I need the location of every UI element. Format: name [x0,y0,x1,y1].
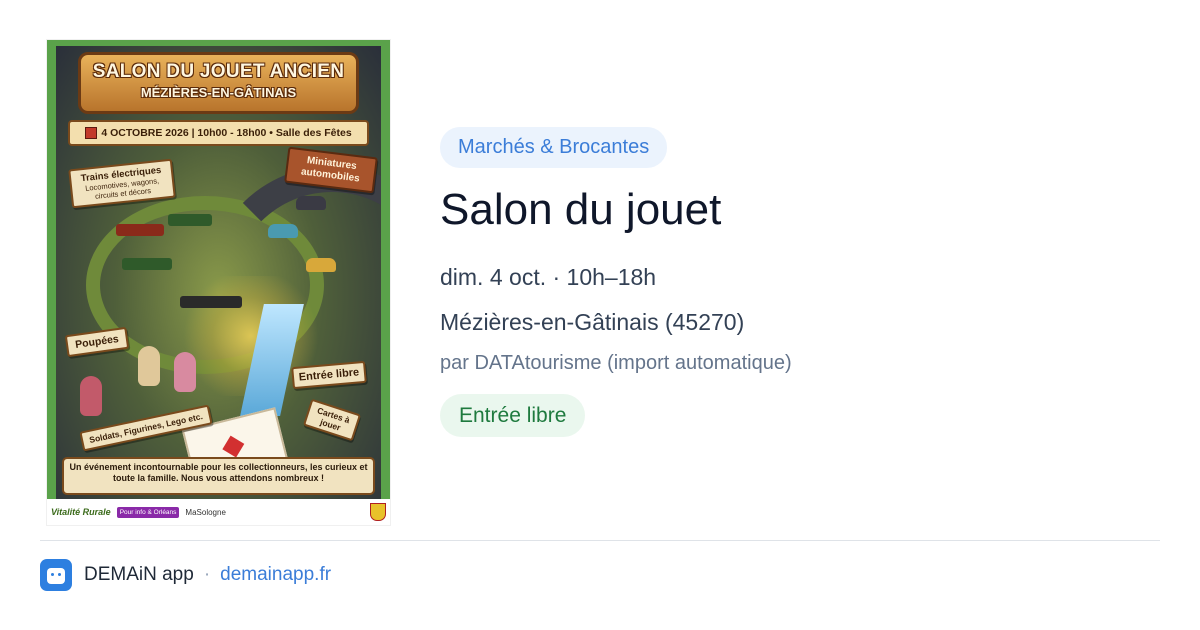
train-icon [116,224,164,236]
app-url-link[interactable]: demainapp.fr [220,564,331,586]
app-name: DEMAiN app [84,563,194,585]
sign-trains: Trains électriques Locomotives, wagons, … [68,158,176,209]
poster-footer-text: Un événement incontournable pour les col… [69,462,368,483]
doll-icon [174,352,196,392]
sign-poupees: Poupées [64,326,130,358]
poster-bottom-strip: Vitalité Rurale Pour info & Orléans MaSo… [47,499,390,525]
diamond-icon [222,435,245,458]
doll-icon [138,346,160,386]
doll-icon [80,376,102,416]
category-badge[interactable]: Marchés & Brocantes [440,127,668,168]
demain-app-icon [40,558,72,591]
locomotive-icon [180,296,242,308]
car-icon [268,224,298,238]
divider [40,540,1160,541]
footer: DEMAiN app · demainapp.fr [40,558,331,591]
event-organizer: par DATAtourisme (import automatique) [440,352,792,374]
poster-footer-banner: Un événement incontournable pour les col… [62,457,375,495]
event-location: Mézières-en-Gâtinais (45270) [440,309,745,335]
sign-poupees-text: Poupées [74,333,120,351]
poster-town: MÉZIÈRES-EN-GÂTINAIS [140,85,297,100]
price-badge: Entrée libre [440,394,586,437]
poster-title-banner: SALON DU JOUET ANCIEN MÉZIÈRES-EN-GÂTINA… [78,52,359,114]
event-date: dim. 4 oct. · 10h–18h [440,264,657,290]
poster-illustration: SALON DU JOUET ANCIEN MÉZIÈRES-EN-GÂTINA… [56,46,381,499]
poster-dateline: 4 OCTOBRE 2026 | 10h00 - 18h00 • Salle d… [68,120,369,146]
sign-miniatures-text: Miniatures automobiles [300,155,361,185]
sign-entree-text: Entrée libre [298,366,360,384]
car-icon [306,258,336,272]
poster-title: SALON DU JOUET ANCIEN [92,61,345,82]
train-icon [122,258,172,270]
crest-icon [370,503,386,521]
poster-badge: Pour info & Orléans [116,506,180,518]
footer-separator: · [203,563,211,585]
event-poster-image[interactable]: SALON DU JOUET ANCIEN MÉZIÈRES-EN-GÂTINA… [47,40,390,525]
poster-handle: MaSologne [185,507,226,517]
calendar-icon [85,127,98,139]
poster-dateline-text: 4 OCTOBRE 2026 | 10h00 - 18h00 • Salle d… [101,127,352,139]
car-icon [296,196,326,210]
event-title: Salon du jouet [440,185,722,234]
poster-brand: Vitalité Rurale [51,506,111,517]
train-icon [168,214,212,226]
